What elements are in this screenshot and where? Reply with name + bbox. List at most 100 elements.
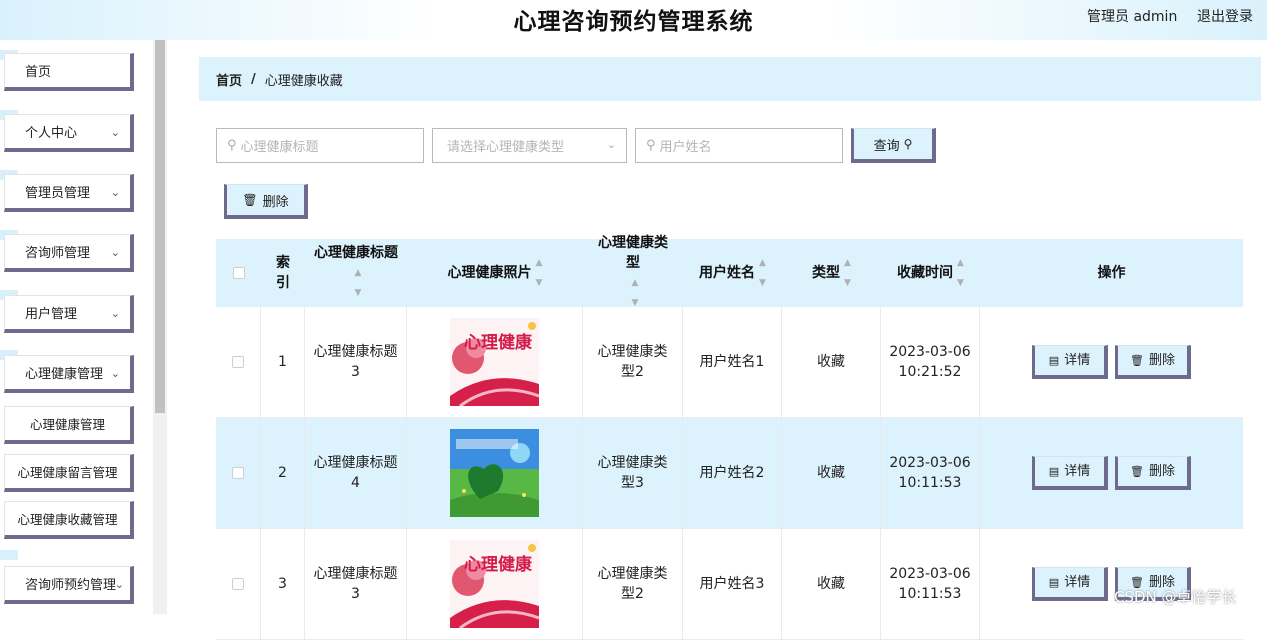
batch-delete-label: 删除 bbox=[262, 194, 289, 210]
sidebar-item-label: 个人中心 bbox=[25, 126, 78, 141]
row-type: 心理健康类型2 bbox=[583, 307, 683, 417]
query-button-label: 查询 bbox=[873, 138, 900, 154]
sort-icon[interactable]: ▲ ▼ bbox=[536, 253, 543, 293]
sidebar-item-user-management[interactable]: 用户管理 ⌄ bbox=[4, 295, 134, 333]
batch-delete-button[interactable]: 🗑 删除 bbox=[224, 184, 308, 219]
sidebar-item-label: 管理员管理 bbox=[25, 186, 91, 201]
col-header-time-label: 收藏时间 bbox=[897, 265, 954, 281]
sidebar-item-label: 咨询师管理 bbox=[25, 246, 91, 261]
row-checkbox[interactable] bbox=[232, 467, 244, 479]
sidebar-subitem-mental-health-messages[interactable]: 心理健康留言管理 bbox=[4, 454, 134, 492]
detail-button[interactable]: ▤ 详情 bbox=[1032, 567, 1108, 601]
select-all-checkbox[interactable] bbox=[232, 267, 245, 279]
delete-button[interactable]: 🗑 删除 bbox=[1115, 456, 1191, 490]
sidebar-item-home[interactable]: 首页 bbox=[4, 53, 134, 91]
row-checkbox[interactable] bbox=[232, 578, 244, 590]
row-photo-cell bbox=[407, 418, 583, 528]
col-header-type-label: 心理健康类型 bbox=[598, 235, 668, 271]
delete-button-label: 删除 bbox=[1148, 352, 1175, 368]
mental-health-photo[interactable]: 心理健康 bbox=[450, 540, 539, 628]
user-search-input[interactable]: ⚲ 用户姓名 bbox=[635, 128, 843, 163]
select-all-cell bbox=[216, 239, 261, 307]
sidebar-item-admin-management[interactable]: 管理员管理 ⌄ bbox=[4, 174, 134, 212]
page-title: 心理咨询预约管理系统 bbox=[513, 9, 754, 35]
col-header-kind-label: 类型 bbox=[812, 265, 841, 281]
row-user: 用户姓名2 bbox=[683, 418, 782, 528]
sidebar-subitem-label: 心理健康管理 bbox=[29, 417, 105, 432]
row-time: 2023-03-06 10:11:53 bbox=[881, 529, 980, 639]
breadcrumb-separator: / bbox=[251, 71, 256, 87]
row-ops: ▤ 详情 🗑 删除 bbox=[980, 529, 1243, 639]
chevron-down-icon: ⌄ bbox=[110, 186, 120, 199]
detail-button-label: 详情 bbox=[1064, 352, 1091, 368]
col-header-title-label: 心理健康标题 bbox=[314, 245, 398, 261]
table-row: 2 心理健康标题4 心理健康类型3 用户姓名2 收藏 2023-03-06 10… bbox=[216, 418, 1243, 529]
row-photo-cell: 心理健康 bbox=[407, 529, 583, 639]
col-header-user-label: 用户姓名 bbox=[699, 265, 756, 281]
sort-icon[interactable]: ▲ ▼ bbox=[355, 263, 362, 303]
row-user: 用户姓名1 bbox=[683, 307, 782, 417]
row-time-clock: 10:11:53 bbox=[898, 586, 962, 602]
detail-button-label: 详情 bbox=[1064, 574, 1091, 590]
row-user: 用户姓名3 bbox=[683, 529, 782, 639]
row-index: 3 bbox=[261, 529, 305, 639]
col-header-type[interactable]: 心理健康类型 ▲ ▼ bbox=[583, 235, 683, 308]
col-header-index[interactable]: 索引 bbox=[261, 239, 305, 307]
col-header-title[interactable]: 心理健康标题 ▲ ▼ bbox=[305, 239, 407, 307]
detail-button[interactable]: ▤ 详情 bbox=[1032, 456, 1108, 490]
sort-icon[interactable]: ▲ ▼ bbox=[759, 253, 766, 293]
chevron-down-icon: ⌄ bbox=[114, 578, 124, 591]
row-time: 2023-03-06 10:11:53 bbox=[881, 418, 980, 528]
sidebar-scrollbar-thumb[interactable] bbox=[155, 40, 165, 413]
row-time-clock: 10:11:53 bbox=[898, 475, 962, 491]
chevron-down-icon: ⌄ bbox=[606, 138, 616, 151]
document-icon: ▤ bbox=[1048, 464, 1060, 478]
mental-health-photo[interactable]: 心理健康 bbox=[450, 318, 539, 406]
delete-button[interactable]: 🗑 删除 bbox=[1115, 345, 1191, 379]
row-kind: 收藏 bbox=[782, 418, 881, 528]
row-time-date: 2023-03-06 bbox=[889, 566, 971, 582]
col-header-ops: 操作 bbox=[1097, 265, 1126, 281]
row-checkbox[interactable] bbox=[232, 356, 244, 368]
watermark: CSDN @卓怡学长 bbox=[1114, 588, 1237, 606]
row-time-date: 2023-03-06 bbox=[889, 455, 971, 471]
row-checkbox-cell bbox=[216, 307, 261, 417]
col-header-kind[interactable]: 类型 ▲ ▼ bbox=[782, 239, 881, 307]
title-search-placeholder: 心理健康标题 bbox=[240, 140, 319, 155]
breadcrumb-current: 心理健康收藏 bbox=[264, 73, 343, 89]
sidebar-item-personal-center[interactable]: 个人中心 ⌄ bbox=[4, 114, 134, 152]
row-time: 2023-03-06 10:21:52 bbox=[881, 307, 980, 417]
document-icon: ▤ bbox=[1048, 575, 1060, 589]
title-search-input[interactable]: ⚲ 心理健康标题 bbox=[216, 128, 424, 163]
search-icon: ⚲ bbox=[646, 138, 656, 153]
row-time-date: 2023-03-06 bbox=[889, 344, 971, 360]
top-header: 心理咨询预约管理系统 管理员 admin 退出登录 bbox=[0, 0, 1267, 40]
trash-icon: 🗑 bbox=[1130, 464, 1144, 478]
row-checkbox-cell bbox=[216, 418, 261, 528]
svg-text:心理健康: 心理健康 bbox=[464, 554, 533, 574]
search-icon: ⚲ bbox=[903, 137, 913, 151]
sort-icon[interactable]: ▲ ▼ bbox=[957, 253, 964, 293]
mental-health-photo[interactable] bbox=[450, 429, 539, 517]
sidebar-subitem-mental-health-favorites[interactable]: 心理健康收藏管理 bbox=[4, 501, 134, 539]
col-header-time[interactable]: 收藏时间 ▲ ▼ bbox=[881, 239, 980, 307]
chevron-down-icon: ⌄ bbox=[110, 246, 120, 259]
row-index: 2 bbox=[261, 418, 305, 528]
query-button[interactable]: 查询 ⚲ bbox=[851, 128, 936, 163]
col-header-user[interactable]: 用户姓名 ▲ ▼ bbox=[683, 239, 782, 307]
sidebar-item-mental-health-management[interactable]: 心理健康管理 ⌄ bbox=[4, 355, 134, 393]
type-select[interactable]: 请选择心理健康类型 ⌄ bbox=[432, 128, 627, 163]
breadcrumb-home[interactable]: 首页 bbox=[216, 70, 242, 89]
detail-button[interactable]: ▤ 详情 bbox=[1032, 345, 1108, 379]
row-type: 心理健康类型2 bbox=[583, 529, 683, 639]
row-photo-cell: 心理健康 bbox=[407, 307, 583, 417]
trash-icon: 🗑 bbox=[1130, 353, 1144, 367]
sidebar-item-label: 心理健康管理 bbox=[25, 367, 104, 382]
sort-icon[interactable]: ▲ ▼ bbox=[844, 253, 851, 293]
sidebar-item-counselor-management[interactable]: 咨询师管理 ⌄ bbox=[4, 234, 134, 272]
logout-link[interactable]: 退出登录 bbox=[1197, 6, 1253, 26]
delete-button-label: 删除 bbox=[1148, 463, 1175, 479]
sidebar-subitem-mental-health[interactable]: 心理健康管理 bbox=[4, 406, 134, 444]
sidebar-item-appointment-management[interactable]: 咨询师预约管理 ⌄ bbox=[4, 566, 134, 604]
col-header-photo[interactable]: 心理健康照片 ▲ ▼ bbox=[407, 239, 583, 307]
